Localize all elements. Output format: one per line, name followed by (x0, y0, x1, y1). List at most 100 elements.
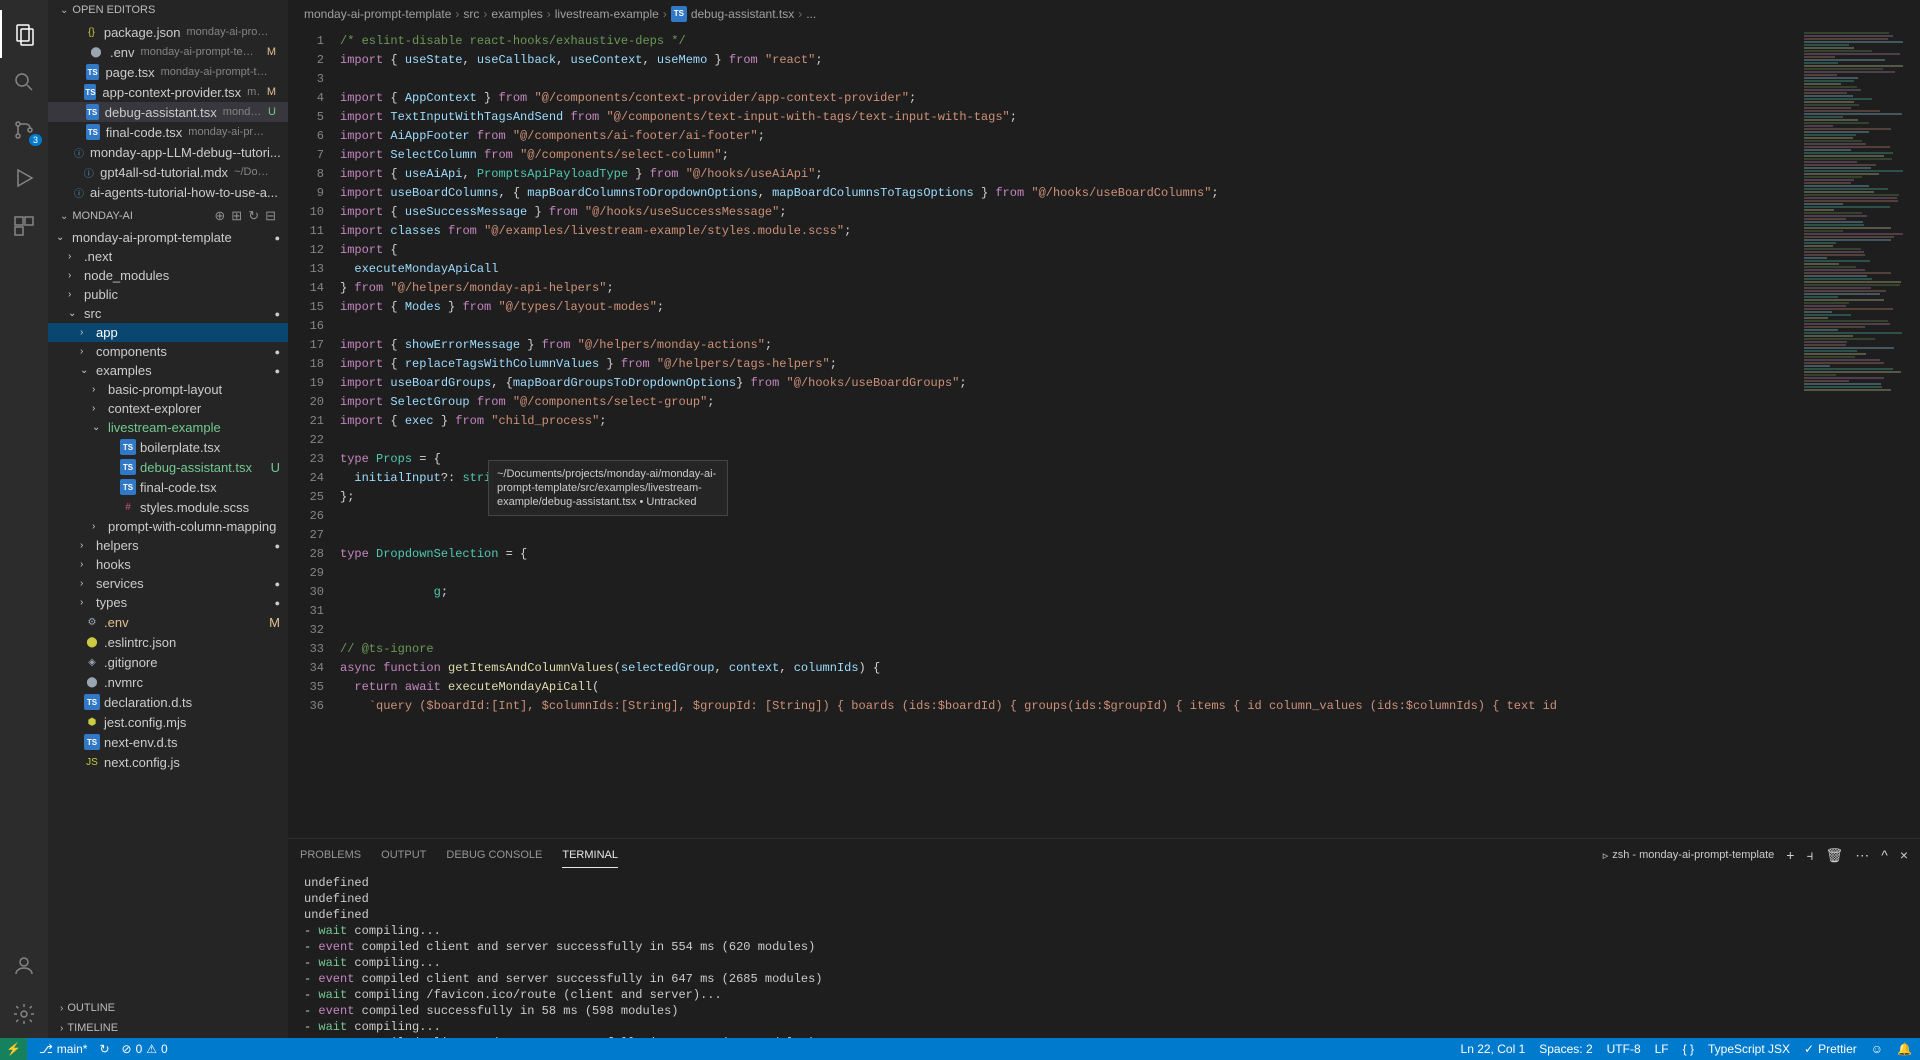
problems-status[interactable]: ⊘ 0 ⚠ 0 (122, 1042, 168, 1056)
terminal-output[interactable]: undefinedundefinedundefined- wait compil… (288, 871, 1920, 1038)
file-icon: ⬤ (88, 44, 104, 60)
tree-folder[interactable]: ›node_modules (48, 266, 288, 285)
prettier-status[interactable]: ✓ Prettier (1804, 1042, 1857, 1056)
more-actions-icon[interactable]: ⋯ (1855, 847, 1869, 864)
tree-item-label: monday-ai-prompt-template (72, 230, 232, 245)
open-editor-item[interactable]: ⬤ .env monday-ai-prompt-tem... M (48, 42, 288, 62)
tree-folder[interactable]: ›context-explorer (48, 399, 288, 418)
brackets-icon[interactable]: { } (1683, 1042, 1694, 1056)
eol[interactable]: LF (1655, 1042, 1669, 1056)
maximize-panel-icon[interactable]: ^ (1881, 847, 1888, 863)
breadcrumb-item[interactable]: monday-ai-prompt-template (304, 7, 451, 21)
minimap[interactable] (1800, 28, 1920, 838)
open-editor-item[interactable]: {} package.json monday-ai-prompt-t... (48, 22, 288, 42)
code-editor[interactable]: /* eslint-disable react-hooks/exhaustive… (336, 28, 1800, 838)
git-branch[interactable]: ⎇ main* (39, 1042, 88, 1056)
encoding[interactable]: UTF-8 (1607, 1042, 1641, 1056)
tree-file[interactable]: JSnext.config.js (48, 752, 288, 772)
panel-tab[interactable]: OUTPUT (381, 843, 426, 867)
open-editor-item[interactable]: ⓘ ai-agents-tutorial-how-to-use-a... (48, 182, 288, 202)
tree-item-label: .gitignore (104, 655, 157, 670)
language-mode[interactable]: TypeScript JSX (1708, 1042, 1790, 1056)
breadcrumbs[interactable]: monday-ai-prompt-template›src›examples›l… (288, 0, 1920, 28)
open-editor-item[interactable]: TS page.tsx monday-ai-prompt-templ... (48, 62, 288, 82)
tree-folder[interactable]: ›prompt-with-column-mapping (48, 517, 288, 536)
run-debug-icon[interactable] (0, 154, 48, 202)
project-header[interactable]: ⌄ MONDAY-AI ⊕ ⊞ ↻ ⊟ (48, 204, 288, 228)
tree-folder[interactable]: ›types● (48, 593, 288, 612)
new-terminal-icon[interactable]: + (1786, 847, 1794, 863)
kill-terminal-icon[interactable]: 🗑 (1825, 847, 1843, 864)
new-file-icon[interactable]: ⊕ (214, 208, 225, 224)
tree-folder[interactable]: ⌄src● (48, 304, 288, 323)
tree-folder[interactable]: ›app (48, 323, 288, 342)
timeline-header[interactable]: › TIMELINE (48, 1018, 288, 1038)
tree-folder[interactable]: ⌄examples● (48, 361, 288, 380)
file-name: .env (110, 45, 135, 60)
sync-icon[interactable]: ↻ (99, 1042, 109, 1056)
gutter: 1234567891011121314151617181920212223242… (288, 28, 336, 838)
tree-folder[interactable]: ›hooks (48, 555, 288, 574)
tree-file[interactable]: TSfinal-code.tsx (48, 477, 288, 497)
explorer-icon[interactable] (0, 10, 48, 58)
close-panel-icon[interactable]: × (1900, 847, 1908, 863)
open-editor-item[interactable]: ⓘ gpt4all-sd-tutorial.mdx ~/Docum... (48, 162, 288, 182)
panel-tab[interactable]: TERMINAL (562, 843, 618, 868)
tree-file[interactable]: ⬢jest.config.mjs (48, 712, 288, 732)
tree-folder[interactable]: ›components● (48, 342, 288, 361)
indentation[interactable]: Spaces: 2 (1539, 1042, 1592, 1056)
panel-tab[interactable]: DEBUG CONSOLE (446, 843, 542, 867)
chevron-icon: › (80, 327, 92, 338)
tree-file[interactable]: TSnext-env.d.ts (48, 732, 288, 752)
tree-file[interactable]: TSboilerplate.tsx (48, 437, 288, 457)
new-folder-icon[interactable]: ⊞ (231, 208, 242, 224)
tree-folder[interactable]: ›public (48, 285, 288, 304)
tree-file[interactable]: ⬤.nvmrc (48, 672, 288, 692)
tree-file[interactable]: ⚙.envM (48, 612, 288, 632)
file-status: ● (275, 541, 280, 551)
tree-file[interactable]: ⬤.eslintrc.json (48, 632, 288, 652)
tree-folder[interactable]: ›helpers● (48, 536, 288, 555)
breadcrumb-item[interactable]: src (463, 7, 479, 21)
tree-folder[interactable]: ⌄monday-ai-prompt-template● (48, 228, 288, 247)
cursor-position[interactable]: Ln 22, Col 1 (1461, 1042, 1526, 1056)
remote-indicator[interactable]: ⚡ (0, 1038, 27, 1060)
open-editor-item[interactable]: TS final-code.tsx monday-ai-promp... (48, 122, 288, 142)
tree-item-label: context-explorer (108, 401, 201, 416)
tree-file[interactable]: #styles.module.scss (48, 497, 288, 517)
chevron-icon: › (80, 578, 92, 589)
extensions-icon[interactable] (0, 202, 48, 250)
breadcrumb-item[interactable]: TS debug-assistant.tsx (671, 6, 794, 22)
tree-file[interactable]: ◈.gitignore (48, 652, 288, 672)
terminal-label[interactable]: ▹ zsh - monday-ai-prompt-template (1603, 849, 1775, 862)
feedback-icon[interactable]: ☺ (1871, 1042, 1883, 1056)
split-terminal-icon[interactable]: ⫞ (1806, 847, 1813, 864)
search-icon[interactable] (0, 58, 48, 106)
open-editor-item[interactable]: × TS debug-assistant.tsx monday... U (48, 102, 288, 122)
panel-tab[interactable]: PROBLEMS (300, 843, 361, 867)
open-editor-item[interactable]: TS app-context-provider.tsx m... M (48, 82, 288, 102)
tree-item-label: services (96, 576, 144, 591)
tree-item-label: hooks (96, 557, 131, 572)
activity-bar: 3 (0, 0, 48, 1038)
refresh-icon[interactable]: ↻ (248, 208, 259, 224)
tree-folder[interactable]: ›.next (48, 247, 288, 266)
outline-header[interactable]: › OUTLINE (48, 998, 288, 1018)
open-editors-header[interactable]: ⌄ OPEN EDITORS (48, 0, 288, 20)
tree-folder[interactable]: ⌄livestream-example (48, 418, 288, 437)
breadcrumb-item[interactable]: livestream-example (555, 7, 659, 21)
open-editor-item[interactable]: ⓘ monday-app-LLM-debug--tutori... (48, 142, 288, 162)
breadcrumb-item[interactable]: examples (491, 7, 542, 21)
tree-file[interactable]: TSdeclaration.d.ts (48, 692, 288, 712)
chevron-icon: › (68, 289, 80, 300)
source-control-icon[interactable]: 3 (0, 106, 48, 154)
settings-icon[interactable] (0, 990, 48, 1038)
breadcrumb-item[interactable]: ... (806, 7, 816, 21)
tree-item-label: prompt-with-column-mapping (108, 519, 276, 534)
notifications-icon[interactable]: 🔔 (1897, 1042, 1912, 1056)
tree-folder[interactable]: ›services● (48, 574, 288, 593)
tree-file[interactable]: TSdebug-assistant.tsxU (48, 457, 288, 477)
collapse-icon[interactable]: ⊟ (265, 208, 276, 224)
accounts-icon[interactable] (0, 942, 48, 990)
tree-folder[interactable]: ›basic-prompt-layout (48, 380, 288, 399)
